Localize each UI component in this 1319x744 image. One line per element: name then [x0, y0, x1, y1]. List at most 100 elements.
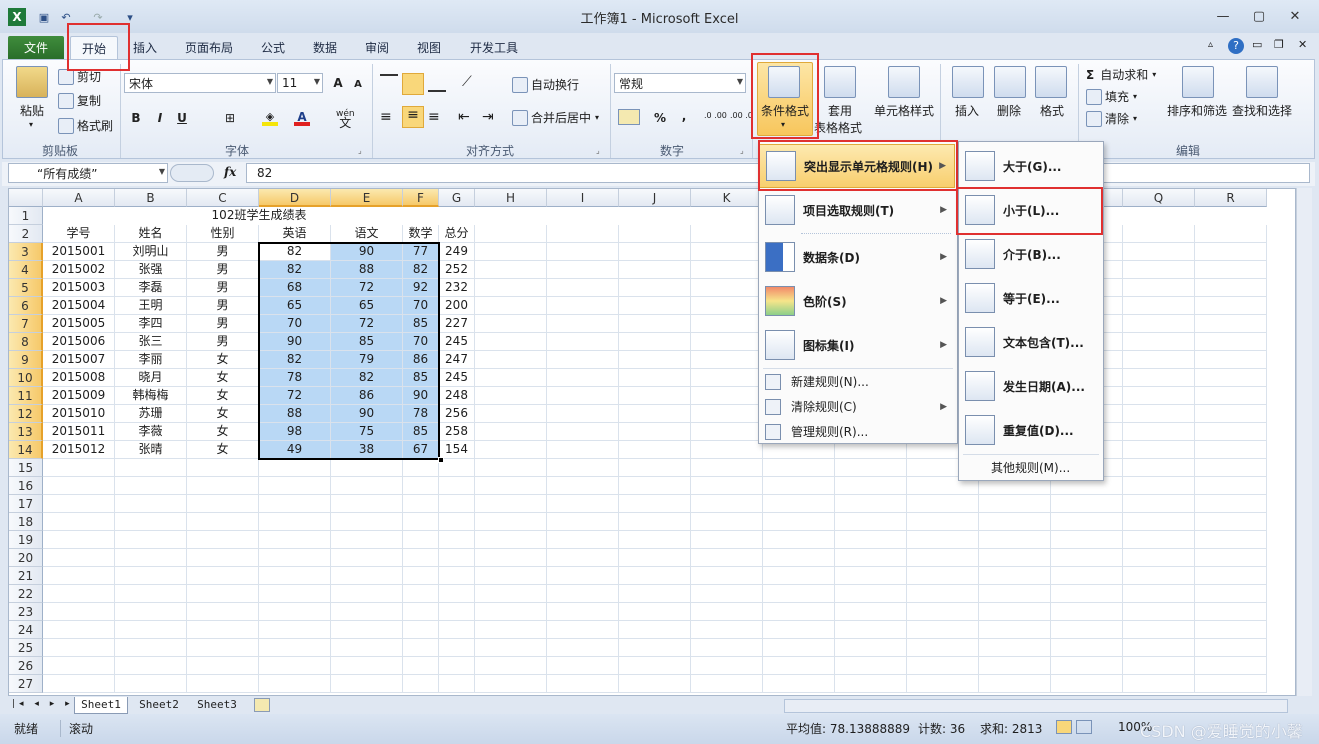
table-cell[interactable] [907, 603, 979, 621]
table-cell[interactable] [979, 657, 1051, 675]
table-cell[interactable]: 82 [259, 261, 331, 279]
table-cell[interactable] [619, 621, 691, 639]
table-cell[interactable] [1123, 549, 1195, 567]
table-cell[interactable] [475, 261, 547, 279]
cell-styles-icon[interactable] [888, 66, 920, 98]
table-cell[interactable] [763, 657, 835, 675]
table-cell[interactable]: 65 [331, 297, 403, 315]
table-cell[interactable]: 总分 [439, 225, 475, 243]
table-cell[interactable] [403, 585, 439, 603]
table-cell[interactable] [1195, 261, 1267, 279]
table-cell[interactable] [187, 585, 259, 603]
table-cell[interactable]: 70 [403, 333, 439, 351]
table-cell[interactable] [691, 261, 763, 279]
table-cell[interactable]: 男 [187, 333, 259, 351]
align-left-icon[interactable]: ≡ [380, 109, 392, 125]
table-cell[interactable] [835, 639, 907, 657]
help-icon[interactable]: ? [1228, 38, 1244, 54]
tab-formulas[interactable]: 公式 [250, 36, 296, 59]
table-cell[interactable] [187, 531, 259, 549]
row-header[interactable]: 9 [9, 351, 43, 369]
table-cell[interactable] [1051, 549, 1123, 567]
table-cell[interactable] [1123, 567, 1195, 585]
row-header[interactable]: 26 [9, 657, 43, 675]
table-cell[interactable] [43, 477, 115, 495]
table-cell[interactable] [691, 315, 763, 333]
table-cell[interactable] [619, 441, 691, 459]
table-cell[interactable] [187, 675, 259, 693]
table-cell[interactable]: 晓月 [115, 369, 187, 387]
table-cell[interactable]: 77 [403, 243, 439, 261]
table-cell[interactable] [619, 225, 691, 243]
table-cell[interactable]: 78 [259, 369, 331, 387]
table-cell[interactable] [547, 297, 619, 315]
table-cell[interactable]: 92 [403, 279, 439, 297]
table-cell[interactable] [475, 243, 547, 261]
table-cell[interactable]: 2015002 [43, 261, 115, 279]
find-select-icon[interactable] [1246, 66, 1278, 98]
table-cell[interactable] [763, 549, 835, 567]
table-cell[interactable] [115, 459, 187, 477]
formula-bar-toggle-icon[interactable] [170, 164, 214, 182]
table-cell[interactable] [1123, 351, 1195, 369]
table-cell[interactable] [187, 639, 259, 657]
table-cell[interactable] [1123, 495, 1195, 513]
table-cell[interactable] [403, 513, 439, 531]
table-cell[interactable] [1123, 621, 1195, 639]
table-cell[interactable] [979, 585, 1051, 603]
table-cell[interactable] [547, 423, 619, 441]
table-cell[interactable] [547, 567, 619, 585]
table-cell[interactable]: 女 [187, 405, 259, 423]
table-cell[interactable] [763, 603, 835, 621]
row-header[interactable]: 27 [9, 675, 43, 693]
table-cell[interactable] [619, 297, 691, 315]
table-cell[interactable] [1195, 567, 1267, 585]
table-cell[interactable] [691, 603, 763, 621]
row-header[interactable]: 13 [9, 423, 43, 441]
table-cell[interactable] [403, 531, 439, 549]
row-header[interactable]: 14 [9, 441, 43, 459]
table-cell[interactable] [331, 477, 403, 495]
sheet-tab[interactable]: Sheet2 [132, 697, 186, 714]
table-cell[interactable]: 性别 [187, 225, 259, 243]
table-cell[interactable] [439, 675, 475, 693]
table-cell[interactable] [835, 513, 907, 531]
table-cell[interactable] [1123, 513, 1195, 531]
table-cell[interactable]: 李丽 [115, 351, 187, 369]
table-cell[interactable] [403, 459, 439, 477]
table-cell[interactable] [691, 225, 763, 243]
table-cell[interactable]: 男 [187, 261, 259, 279]
table-cell[interactable]: 2015003 [43, 279, 115, 297]
tab-review[interactable]: 审阅 [354, 36, 400, 59]
table-cell[interactable] [1195, 603, 1267, 621]
table-cell[interactable] [1123, 405, 1195, 423]
menu-manage-rules[interactable]: 管理规则(R)... [759, 419, 955, 444]
table-cell[interactable] [979, 531, 1051, 549]
table-cell[interactable] [691, 279, 763, 297]
table-cell[interactable] [475, 459, 547, 477]
table-cell[interactable] [691, 405, 763, 423]
table-cell[interactable] [403, 477, 439, 495]
table-cell[interactable] [619, 423, 691, 441]
tab-home[interactable]: 开始 [70, 36, 118, 60]
table-cell[interactable]: 245 [439, 333, 475, 351]
table-cell[interactable] [691, 477, 763, 495]
table-cell[interactable] [1123, 441, 1195, 459]
sort-filter-icon[interactable] [1182, 66, 1214, 98]
format-as-table-icon[interactable] [824, 66, 856, 98]
table-cell[interactable] [439, 513, 475, 531]
table-cell[interactable] [1051, 675, 1123, 693]
table-cell[interactable] [547, 315, 619, 333]
table-cell[interactable] [1123, 657, 1195, 675]
table-cell[interactable] [979, 639, 1051, 657]
table-cell[interactable]: 2015004 [43, 297, 115, 315]
table-cell[interactable] [1195, 225, 1267, 243]
table-cell[interactable] [259, 459, 331, 477]
table-cell[interactable]: 85 [331, 333, 403, 351]
borders-icon[interactable]: ⊞ [220, 108, 240, 128]
font-name-combo[interactable]: 宋体 ▼ [124, 73, 276, 93]
table-cell[interactable] [619, 279, 691, 297]
table-cell[interactable]: 86 [403, 351, 439, 369]
row-header[interactable]: 18 [9, 513, 43, 531]
table-cell[interactable] [979, 513, 1051, 531]
